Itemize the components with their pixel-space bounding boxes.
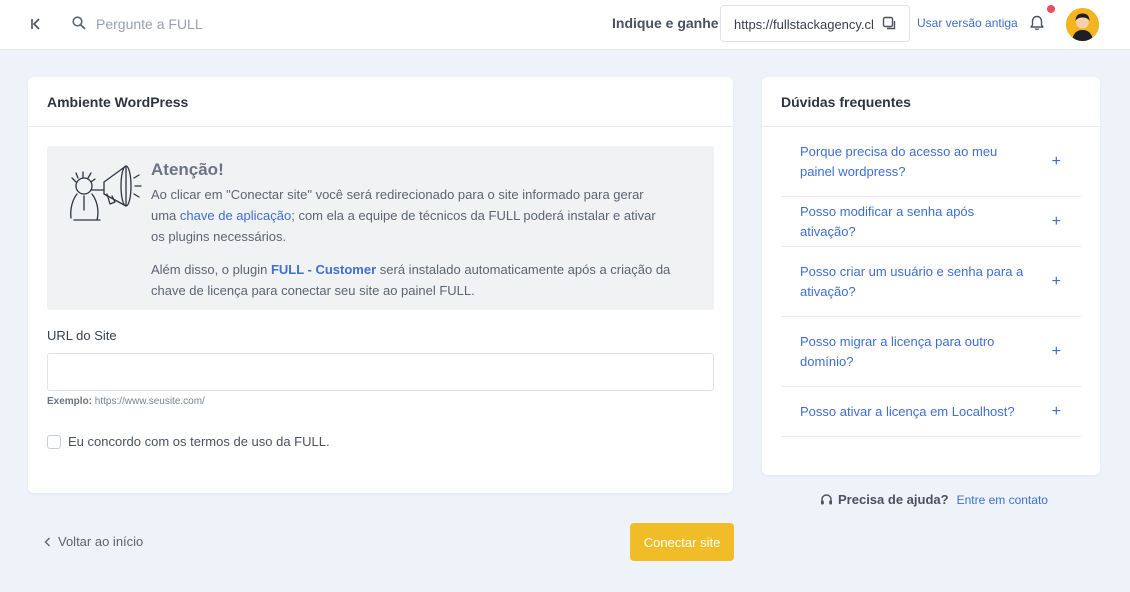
faq-question: Posso migrar a licença para outro domíni…: [800, 333, 995, 369]
alert-title: Atenção!: [151, 160, 224, 179]
attention-alert: Atenção! Ao clicar em "Conectar site" vo…: [47, 146, 714, 310]
hint-value: https://www.seusite.com/: [94, 396, 205, 407]
plus-icon: +: [1051, 402, 1061, 420]
chevron-left-icon: [44, 537, 50, 546]
alert-paragraph-1: Ao clicar em "Conectar site" você será r…: [151, 184, 671, 247]
search-icon: [72, 16, 86, 30]
faq-question: Posso criar um usuário e senha para a at…: [800, 263, 1024, 299]
faq-question: Posso ativar a licença em Localhost?: [800, 403, 1015, 419]
avatar[interactable]: [1066, 8, 1099, 41]
faq-question: Posso modificar a senha após ativação?: [800, 203, 975, 239]
faq-item[interactable]: Posso ativar a licença em Localhost? +: [781, 387, 1081, 437]
headset-icon: [821, 494, 832, 505]
refer-url: https://fullstackagency.club/?ref=: [734, 17, 874, 32]
notification-badge: [1047, 5, 1055, 13]
faq-item[interactable]: Porque precisa do acesso ao meu painel w…: [781, 127, 1081, 197]
megaphone-illustration: [70, 165, 142, 221]
faq-item[interactable]: Posso criar um usuário e senha para a at…: [781, 247, 1081, 317]
site-url-hint: Exemplo: https://www.seusite.com/: [47, 396, 205, 407]
faq-question: Porque precisa do acesso ao meu painel w…: [800, 143, 998, 179]
plus-icon: +: [1051, 342, 1061, 360]
card-title: Ambiente WordPress: [47, 94, 189, 110]
faq-item[interactable]: Posso migrar a licença para outro domíni…: [781, 317, 1081, 387]
plus-icon: +: [1051, 152, 1061, 170]
help-section: Precisa de ajuda? Entre em contato: [820, 492, 1048, 507]
alert-paragraph-2: Além disso, o plugin FULL - Customer ser…: [151, 259, 671, 301]
site-url-label: URL do Site: [47, 328, 117, 343]
site-url-input[interactable]: [47, 353, 714, 391]
faq-list: Porque precisa do acesso ao meu painel w…: [781, 144, 1081, 437]
contact-link[interactable]: Entre em contato: [957, 493, 1048, 507]
back-label: Voltar ao início: [58, 534, 144, 549]
search-input[interactable]: [96, 12, 336, 36]
application-key-link[interactable]: chave de aplicação: [180, 208, 291, 223]
old-version-link[interactable]: Usar versão antiga: [917, 16, 1018, 30]
help-label: Precisa de ajuda?: [838, 492, 949, 507]
connect-site-button[interactable]: Conectar site: [630, 523, 734, 561]
terms-label[interactable]: Eu concordo com os termos de uso da FULL…: [68, 434, 330, 449]
plus-icon: +: [1051, 212, 1061, 230]
collapse-sidebar-button[interactable]: [26, 14, 46, 34]
faq-item[interactable]: Posso modificar a senha após ativação? +: [781, 197, 1081, 247]
copy-icon[interactable]: [882, 16, 897, 31]
top-bar: Indique e ganhe: https://fullstackagency…: [0, 0, 1130, 50]
wordpress-environment-card: Ambiente WordPress Atenção! Ao clicar em…: [28, 77, 733, 493]
avatar-icon: [1066, 8, 1099, 41]
refer-label: Indique e ganhe:: [612, 15, 724, 31]
bell-icon[interactable]: [1028, 14, 1046, 32]
terms-checkbox[interactable]: [47, 435, 61, 449]
divider: [28, 126, 733, 127]
faq-card: Dúvidas frequentes Porque precisa do ace…: [762, 77, 1100, 475]
faq-title: Dúvidas frequentes: [781, 94, 911, 110]
refer-link-field[interactable]: https://fullstackagency.club/?ref=: [720, 5, 910, 42]
hint-label: Exemplo:: [47, 396, 93, 407]
full-customer-link[interactable]: FULL - Customer: [271, 262, 376, 277]
plus-icon: +: [1051, 272, 1061, 290]
back-to-start-link[interactable]: Voltar ao início: [44, 534, 143, 549]
collapse-icon: [31, 18, 40, 30]
alert-text: Além disso, o plugin: [151, 262, 271, 277]
